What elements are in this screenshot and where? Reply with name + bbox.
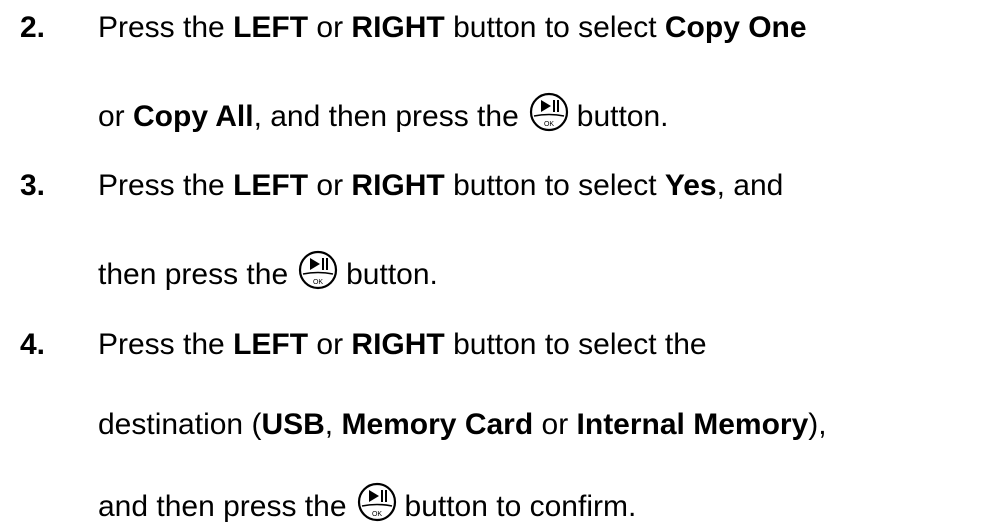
- step-number-3: 3.: [20, 169, 46, 202]
- ok-text: OK: [544, 121, 554, 128]
- text: Press the: [98, 11, 234, 44]
- text: , and: [716, 169, 784, 202]
- text: button.: [576, 100, 669, 133]
- text: or: [98, 100, 134, 133]
- ok-text: OK: [313, 279, 323, 286]
- step-3-line-2: then press the OK button.: [98, 250, 438, 290]
- step-number-4: 4.: [20, 328, 46, 361]
- text: ,: [324, 408, 342, 441]
- text: then press the: [98, 258, 289, 291]
- text: or: [308, 11, 352, 44]
- play-pause-ok-icon: OK: [527, 92, 571, 132]
- right-label: RIGHT: [351, 11, 445, 44]
- text: ),: [808, 408, 827, 441]
- text: destination (: [98, 408, 262, 441]
- text: or: [308, 328, 352, 361]
- step-4-line-3: and then press the OK button to confirm.: [98, 482, 636, 522]
- text: button to select: [444, 11, 665, 44]
- usb-label: USB: [261, 408, 325, 441]
- step-number-2: 2.: [20, 11, 46, 44]
- text: or: [533, 408, 577, 441]
- text: , and then press the: [253, 100, 519, 133]
- yes-label: Yes: [664, 169, 717, 202]
- play-pause-ok-icon: OK: [355, 482, 399, 522]
- text: and then press the: [98, 490, 347, 523]
- memory-card-label: Memory Card: [341, 408, 534, 441]
- text: button.: [346, 258, 438, 291]
- text: button to select the: [444, 328, 707, 361]
- step-4-line-1: Press the LEFT or RIGHT button to select…: [98, 330, 707, 360]
- step-2-line-2: or Copy All, and then press the OK button.: [98, 92, 669, 132]
- ok-text: OK: [371, 511, 381, 518]
- step-3-line-1: Press the LEFT or RIGHT button to select…: [98, 171, 783, 201]
- left-label: LEFT: [233, 11, 309, 44]
- left-label: LEFT: [233, 328, 309, 361]
- text: or: [308, 169, 352, 202]
- copy-all-label: Copy All: [133, 100, 254, 133]
- right-label: RIGHT: [351, 169, 445, 202]
- text: button to select: [444, 169, 665, 202]
- play-pause-ok-icon: OK: [296, 250, 340, 290]
- internal-memory-label: Internal Memory: [576, 408, 809, 441]
- text: Press the: [98, 169, 234, 202]
- left-label: LEFT: [233, 169, 309, 202]
- copy-one-label: Copy One: [664, 11, 807, 44]
- instruction-page: 2. Press the LEFT or RIGHT button to sel…: [0, 0, 981, 532]
- text: Press the: [98, 328, 234, 361]
- right-label: RIGHT: [351, 328, 445, 361]
- step-4-line-2: destination (USB, Memory Card or Interna…: [98, 410, 827, 440]
- step-2-line-1: Press the LEFT or RIGHT button to select…: [98, 13, 807, 43]
- text: button to confirm.: [404, 490, 637, 523]
